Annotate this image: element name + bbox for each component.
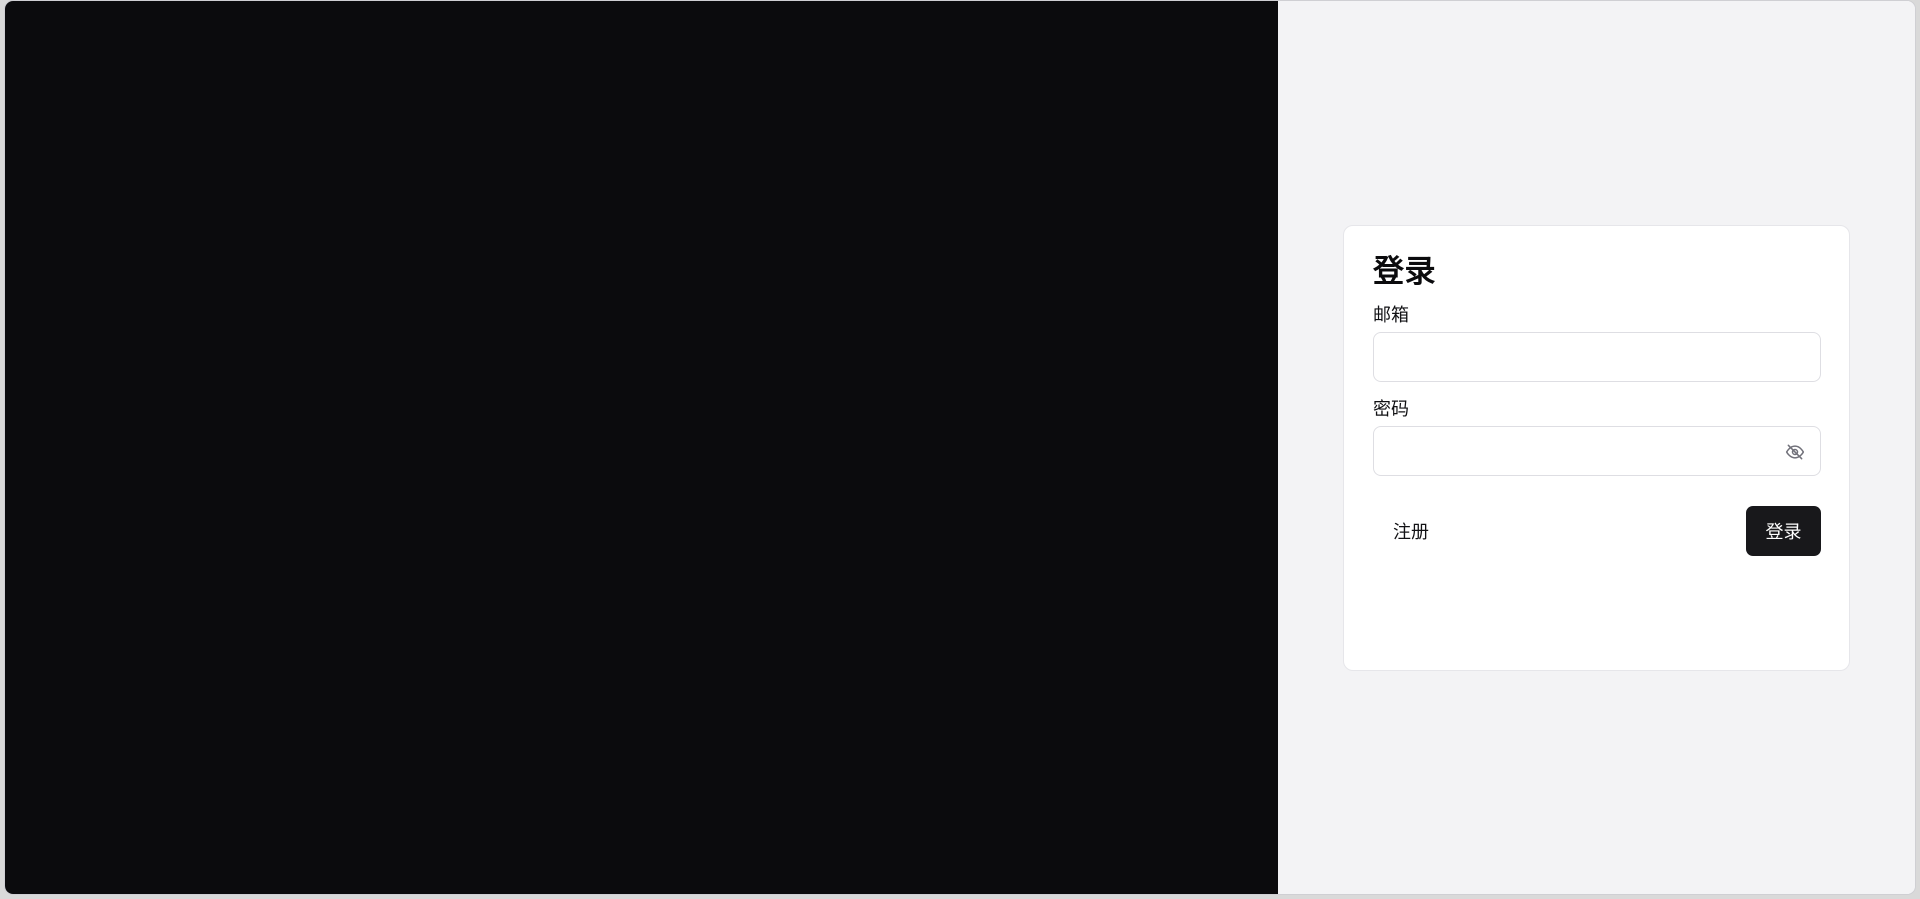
login-button[interactable]: 登录	[1746, 506, 1821, 556]
eye-off-icon[interactable]	[1782, 439, 1808, 465]
eye-off-icon-svg	[1785, 444, 1805, 460]
password-input[interactable]	[1374, 427, 1820, 475]
email-input-wrapper	[1373, 332, 1821, 382]
email-label: 邮箱	[1373, 305, 1409, 325]
form-actions: 注册 登录	[1373, 506, 1821, 556]
password-input-wrapper	[1373, 426, 1821, 476]
email-input[interactable]	[1374, 333, 1820, 381]
register-button[interactable]: 注册	[1373, 506, 1447, 556]
left-dark-panel	[5, 1, 1278, 894]
login-title: 登录	[1373, 254, 1436, 289]
login-card: 登录 邮箱 密码 注册 登录	[1343, 225, 1850, 671]
password-label: 密码	[1373, 399, 1409, 419]
app-window: 登录 邮箱 密码 注册 登录	[5, 1, 1915, 894]
right-auth-panel: 登录 邮箱 密码 注册 登录	[1278, 1, 1915, 894]
